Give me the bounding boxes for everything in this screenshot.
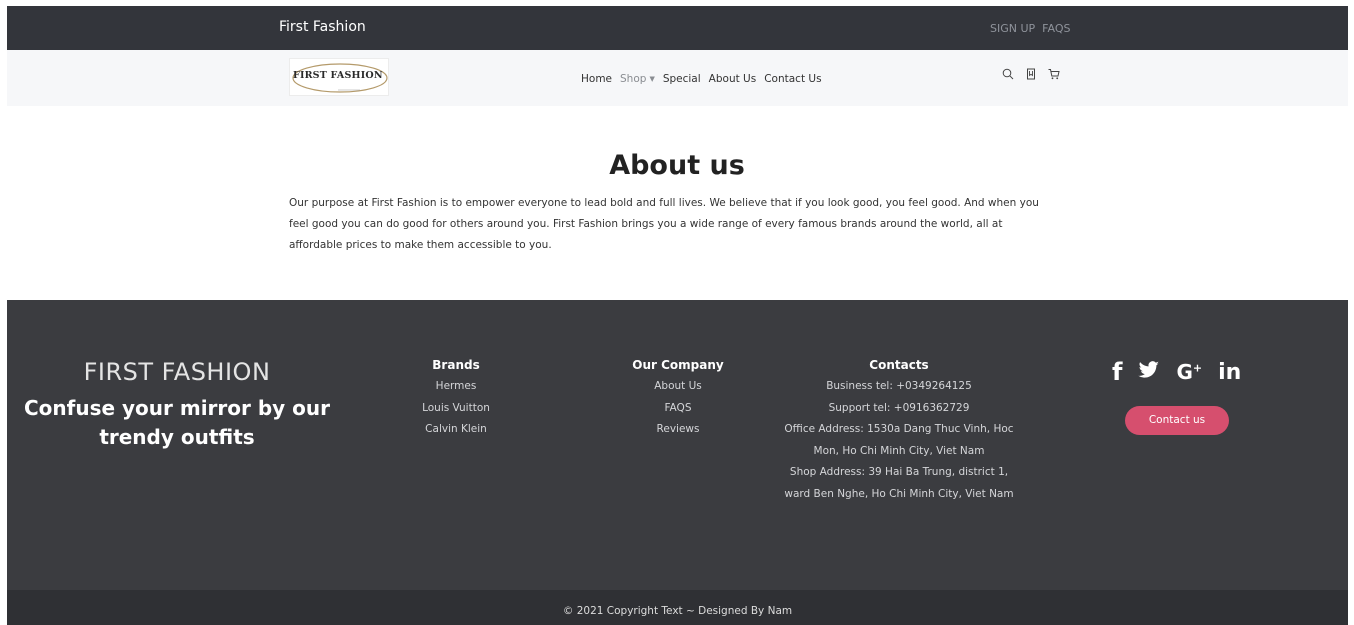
menu-about[interactable]: About Us: [709, 73, 757, 85]
brand-link-louis-vuitton[interactable]: Louis Vuitton: [396, 398, 516, 420]
logo-text: FIRST FASHION: [293, 70, 383, 81]
menu-special[interactable]: Special: [663, 73, 701, 85]
brand-link-hermes[interactable]: Hermes: [396, 376, 516, 398]
bookmark-icon[interactable]: [1025, 65, 1037, 80]
company-link-faqs[interactable]: FAQS: [618, 398, 738, 420]
site-title[interactable]: First Fashion: [279, 19, 366, 35]
shop-address: Shop Address: 39 Hai Ba Trung, district …: [784, 466, 1014, 500]
footer-contacts-column: Contacts Business tel: +0349264125 Suppo…: [783, 355, 1015, 505]
footer: FIRST FASHION Confuse your mirror by our…: [7, 300, 1348, 590]
about-description: Our purpose at First Fashion is to empow…: [289, 197, 1039, 251]
footer-brand: FIRST FASHION Confuse your mirror by our…: [7, 358, 347, 452]
logo[interactable]: FIRST FASHION: [289, 58, 389, 96]
social-links: f G+ in: [1112, 358, 1241, 386]
company-link-reviews[interactable]: Reviews: [618, 419, 738, 441]
brand-link-calvin-klein[interactable]: Calvin Klein: [396, 419, 516, 441]
footer-slogan: Confuse your mirror by our trendy outfit…: [23, 396, 330, 449]
main-menu: Home Shop ▼ Special About Us Contact Us: [581, 73, 822, 85]
caret-down-icon: ▼: [649, 75, 655, 83]
top-bar: First Fashion SIGN UP FAQS: [7, 6, 1348, 50]
google-plus-icon[interactable]: G+: [1176, 360, 1202, 384]
faqs-link[interactable]: FAQS: [1042, 22, 1070, 35]
nav-icons: [1002, 65, 1060, 80]
sign-up-link[interactable]: SIGN UP: [990, 22, 1035, 35]
company-heading: Our Company: [632, 358, 724, 372]
menu-shop[interactable]: Shop ▼: [620, 73, 655, 85]
menu-contact[interactable]: Contact Us: [764, 73, 821, 85]
twitter-icon[interactable]: [1138, 360, 1160, 385]
search-icon[interactable]: [1002, 65, 1014, 80]
footer-brand-name: FIRST FASHION: [83, 358, 271, 386]
contact-us-button[interactable]: Contact us: [1125, 406, 1229, 435]
footer-brands-column: Brands Hermes Louis Vuitton Calvin Klein: [396, 355, 516, 441]
menu-shop-label: Shop: [620, 73, 647, 85]
nav-bar: FIRST FASHION Home Shop ▼ Special About U…: [7, 50, 1348, 106]
facebook-icon[interactable]: f: [1112, 358, 1122, 386]
brands-heading: Brands: [432, 358, 480, 372]
office-address: Office Address: 1530a Dang Thuc Vinh, Ho…: [784, 423, 1014, 457]
business-tel: Business tel: +0349264125: [826, 380, 972, 392]
linkedin-icon[interactable]: in: [1218, 360, 1241, 385]
support-tel: Support tel: +0916362729: [828, 401, 970, 414]
menu-home[interactable]: Home: [581, 73, 612, 85]
footer-company-column: Our Company About Us FAQS Reviews: [618, 355, 738, 441]
about-title: About us: [609, 150, 745, 181]
copyright-text: © 2021 Copyright Text ~ Designed By Nam: [562, 605, 793, 617]
top-links: SIGN UP FAQS: [990, 22, 1070, 35]
contacts-heading: Contacts: [869, 358, 929, 372]
copyright-bar: © 2021 Copyright Text ~ Designed By Nam: [7, 590, 1348, 625]
cart-icon[interactable]: [1048, 65, 1060, 80]
company-link-about[interactable]: About Us: [618, 376, 738, 398]
